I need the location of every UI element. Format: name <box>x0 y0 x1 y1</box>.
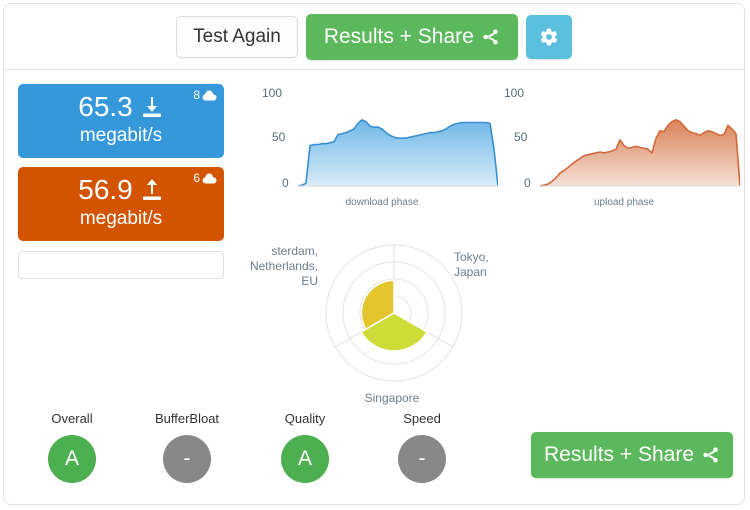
polar-label-amsterdam: sterdam, Netherlands, EU <box>249 244 318 288</box>
grade-bufferbloat-circle: - <box>163 435 211 483</box>
results-share-label-top: Results + Share <box>323 24 474 48</box>
settings-button[interactable] <box>525 14 572 59</box>
share-icon <box>482 28 500 46</box>
polar-plot <box>325 244 463 382</box>
grade-quality: Quality A <box>255 411 355 483</box>
gear-icon <box>539 27 559 47</box>
download-speed-box: 8 65.3 megabit/s <box>18 84 224 158</box>
test-again-button[interactable]: Test Again <box>176 15 298 58</box>
download-phase-caption: download phase <box>345 197 419 208</box>
results-share-label-bottom: Results + Share <box>544 443 694 466</box>
download-speed-unit: megabit/s <box>79 125 163 146</box>
download-phase-plot <box>298 119 498 187</box>
upload-phase-caption: upload phase <box>593 197 655 208</box>
dl-ytick-0: 0 <box>282 176 289 190</box>
upload-speed-value: 56.9 <box>78 174 133 205</box>
results-share-button-bottom[interactable]: Results + Share <box>531 432 733 478</box>
grade-speed-label: Speed <box>403 411 441 426</box>
grade-speed-circle: - <box>398 435 446 483</box>
upload-speed-unit: megabit/s <box>79 208 163 229</box>
grade-bufferbloat-value: - <box>183 447 191 470</box>
test-again-label: Test Again <box>193 25 281 47</box>
download-phase-chart: 100 50 0 download phase <box>262 86 502 208</box>
download-speed-value: 65.3 <box>78 91 133 122</box>
grade-speed-value: - <box>418 447 426 470</box>
grade-bufferbloat: BufferBloat - <box>137 411 237 483</box>
server-locations-polar-chart: sterdam, Netherlands, EU Tokyo, Japan Singa… <box>242 236 542 405</box>
grade-overall-value: A <box>64 447 79 470</box>
speedtest-results-card: Test Again Results + Share 8 65.3 megabi… <box>3 3 745 505</box>
polar-label-singapore: Singapore <box>364 391 420 405</box>
download-arrow-icon <box>140 95 164 119</box>
upload-arrow-icon <box>140 178 164 202</box>
upload-phase-chart: 100 50 0 upload phase <box>504 86 744 208</box>
results-share-button-top[interactable]: Results + Share <box>305 13 518 60</box>
dl-ytick-100: 100 <box>262 86 283 100</box>
grade-overall-circle: A <box>48 435 96 483</box>
download-speed-value-row: 65.3 <box>18 92 224 122</box>
share-url-input[interactable] <box>18 251 224 279</box>
grade-bufferbloat-label: BufferBloat <box>154 411 220 426</box>
ul-ytick-0: 0 <box>524 176 531 190</box>
ul-ytick-50: 50 <box>514 130 528 144</box>
share-icon <box>702 446 720 464</box>
upload-speed-box: 6 56.9 megabit/s <box>18 167 224 241</box>
top-toolbar: Test Again Results + Share <box>4 4 744 70</box>
grade-quality-circle: A <box>281 435 329 483</box>
upload-speed-value-row: 56.9 <box>18 175 224 205</box>
dl-ytick-50: 50 <box>272 130 286 144</box>
grade-overall-label: Overall <box>51 411 93 426</box>
grade-quality-value: A <box>297 447 312 470</box>
upload-phase-plot <box>540 119 740 187</box>
ul-ytick-100: 100 <box>504 86 525 100</box>
grade-speed: Speed - <box>372 411 472 483</box>
grade-quality-label: Quality <box>284 411 326 426</box>
grade-overall: Overall A <box>22 411 122 483</box>
